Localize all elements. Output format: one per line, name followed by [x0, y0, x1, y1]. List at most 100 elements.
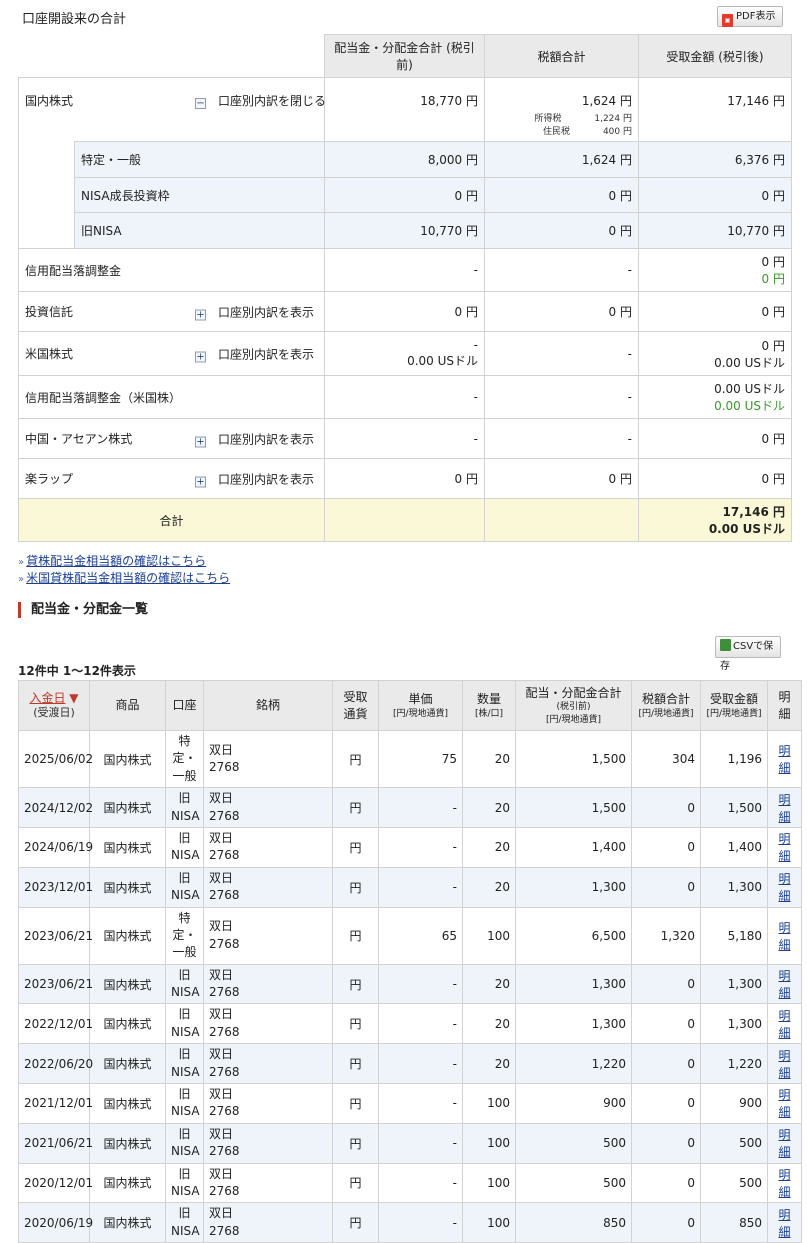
cell-currency: 円 — [332, 1202, 379, 1243]
cell-account: 旧 NISA — [165, 866, 204, 908]
cell-account: 旧 NISA — [165, 826, 204, 868]
cell-qty: 100 — [462, 1122, 516, 1164]
summary-header-blank — [18, 34, 325, 78]
wrap-tax: 0 円 — [484, 458, 639, 499]
cell-tax: 0 — [631, 787, 701, 828]
asean-toggle[interactable]: + 口座別内訳を表示 — [195, 430, 314, 447]
brand-name: 双日 — [209, 1007, 234, 1022]
account-line: 旧 — [178, 1047, 191, 1062]
cell-account: 特定・ 一般 — [165, 906, 204, 965]
total-tax-empty — [484, 498, 639, 542]
row-domestic-nisa-growth: NISA成長投資枠 0 円 0 円 0 円 — [18, 177, 792, 213]
resident-tax-line: 住民税 400 円 — [491, 124, 632, 137]
brand-code: 2768 — [209, 1223, 240, 1238]
trust-toggle[interactable]: + 口座別内訳を表示 — [195, 303, 314, 320]
domestic-received: 17,146 円 — [638, 77, 792, 142]
dividend-table: 入金日 ▼ (受渡日) 商品 口座 銘柄 受取 通貨 単価 [円/現地通貨] 数… — [18, 680, 802, 1243]
col-date-header[interactable]: 入金日 ▼ (受渡日) — [18, 680, 90, 731]
brand-name: 双日 — [209, 1206, 234, 1221]
detail-link[interactable]: 明細 — [767, 1202, 802, 1243]
trust-label-cell: 投資信託 + 口座別内訳を表示 — [18, 291, 325, 332]
brand-code: 2768 — [209, 1104, 240, 1119]
col-received-label: 受取金額 — [709, 692, 758, 707]
detail-link[interactable]: 明細 — [767, 787, 802, 828]
brand-name: 双日 — [209, 742, 234, 757]
header-received: 受取金額 (税引後) — [638, 34, 792, 78]
expand-icon: + — [195, 476, 206, 487]
cell-currency: 円 — [332, 729, 379, 789]
domestic-toggle[interactable]: − 口座別内訳を閉じる — [195, 92, 326, 109]
us-dividend-usd: 0.00 USドル — [407, 354, 478, 368]
detail-link[interactable]: 明細 — [767, 1083, 802, 1124]
col-price-label: 単価 — [408, 692, 433, 707]
cell-account: 旧 NISA — [165, 1202, 204, 1243]
wrap-toggle-label: 口座別内訳を表示 — [218, 472, 315, 486]
cell-price: - — [378, 1122, 463, 1164]
brand-name: 双日 — [209, 870, 234, 885]
brand-code: 2768 — [209, 985, 240, 1000]
cell-date: 2024/12/02 — [18, 787, 93, 828]
wrap-toggle[interactable]: + 口座別内訳を表示 — [195, 470, 314, 487]
us-received-usd: 0.00 USドル — [714, 355, 785, 370]
detail-link[interactable]: 明細 — [767, 906, 802, 965]
asean-received: 0 円 — [638, 418, 792, 459]
detail-link[interactable]: 明細 — [767, 1162, 802, 1204]
cell-price: - — [378, 1162, 463, 1204]
cell-product: 国内株式 — [89, 729, 166, 789]
detail-link[interactable]: 明細 — [767, 826, 802, 868]
col-product-header: 商品 — [89, 680, 166, 731]
income-tax-line: 所得税 1,224 円 — [491, 111, 632, 124]
cell-brand: 双日 2768 — [203, 866, 333, 908]
detail-link[interactable]: 明細 — [767, 729, 802, 789]
csv-button[interactable]: CSVで保存 — [715, 636, 781, 672]
tokutei-received: 6,376 円 — [638, 141, 792, 178]
cell-date: 2023/06/21 — [18, 906, 93, 965]
cell-product: 国内株式 — [89, 787, 166, 828]
us-toggle[interactable]: + 口座別内訳を表示 — [195, 345, 314, 362]
cell-currency: 円 — [332, 1122, 379, 1164]
cell-product: 国内株式 — [89, 906, 166, 965]
link-arrow-icon: » — [18, 574, 25, 585]
cell-product: 国内株式 — [89, 1202, 166, 1243]
cell-received: 500 — [700, 1122, 768, 1164]
cell-currency: 円 — [332, 866, 379, 908]
lending-dividend-link[interactable]: 貸株配当金相当額の確認はこちら — [26, 554, 206, 568]
cell-brand: 双日 2768 — [203, 906, 333, 965]
cell-received: 1,220 — [700, 1043, 768, 1085]
account-line: 旧 — [178, 830, 191, 845]
table-row: 2023/06/21 国内株式特定・ 一般 双日 2768 円 65 100 6,500 1,32… — [18, 906, 802, 965]
brand-name: 双日 — [209, 791, 234, 806]
row-total: 合計 17,146 円 0.00 USドル — [18, 498, 792, 542]
row-trust: 投資信託 + 口座別内訳を表示 0 円 0 円 0 円 — [18, 291, 792, 332]
cell-product: 国内株式 — [89, 1083, 166, 1124]
account-line: 旧 — [178, 1007, 191, 1022]
pdf-button[interactable]: ▣ PDF表示 — [717, 6, 783, 27]
us-lending-dividend-link[interactable]: 米国貸株配当金相当額の確認はこちら — [26, 571, 230, 585]
table-row: 2024/12/02 国内株式旧 NISA 双日 2768 円 -20 1,500 0 1,500… — [18, 787, 802, 828]
row-domestic-tokutei: 特定・一般 8,000 円 1,624 円 6,376 円 — [18, 141, 792, 178]
dividend-table-body: 2025/06/02 国内株式特定・ 一般 双日 2768 円 75 20 1,500 304 1,… — [18, 729, 802, 1243]
detail-link[interactable]: 明細 — [767, 1043, 802, 1085]
detail-link[interactable]: 明細 — [767, 1122, 802, 1164]
cell-qty: 20 — [462, 729, 516, 789]
row-us: 米国株式 + 口座別内訳を表示 - 0.00 USドル - 0 円 0.00 US… — [18, 331, 792, 376]
account-line: NISA — [171, 1223, 200, 1238]
col-tax-sub: [円/現地通貨] — [638, 708, 694, 719]
detail-link[interactable]: 明細 — [767, 963, 802, 1005]
cell-qty: 100 — [462, 1202, 516, 1243]
detail-link[interactable]: 明細 — [767, 866, 802, 908]
account-line: NISA — [171, 888, 200, 903]
cell-received: 5,180 — [700, 906, 768, 965]
total-received: 17,146 円 — [722, 505, 786, 519]
cell-product: 国内株式 — [89, 1162, 166, 1204]
cell-tax: 0 — [631, 1083, 701, 1124]
account-line: 定・ — [172, 927, 197, 942]
cell-tax: 0 — [631, 866, 701, 908]
col-received-header: 受取金額 [円/現地通貨] — [700, 680, 768, 731]
indent-spacer — [18, 177, 75, 213]
us-lending-link-row: » 米国貸株配当金相当額の確認はこちら — [18, 569, 791, 586]
account-line: NISA — [171, 1183, 200, 1198]
detail-link[interactable]: 明細 — [767, 1003, 802, 1045]
cell-price: 65 — [378, 906, 463, 965]
cell-qty: 20 — [462, 787, 516, 828]
